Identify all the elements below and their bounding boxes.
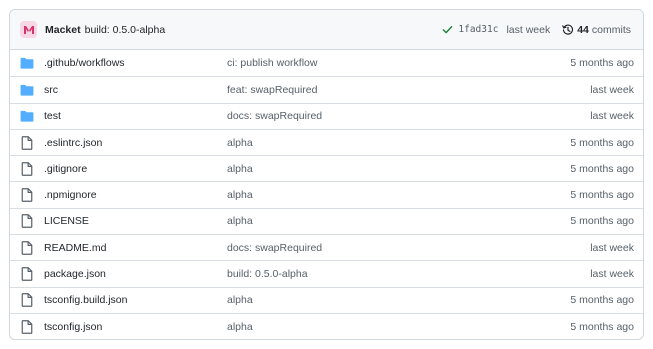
file-commit-link[interactable]: alpha: [227, 321, 253, 333]
file-row[interactable]: .github/workflows ci: publish workflow 5 m…: [10, 50, 643, 76]
history-icon: [562, 24, 574, 35]
file-row[interactable]: .npmignore alpha 5 months ago: [10, 181, 643, 207]
file-icon: [19, 266, 35, 282]
file-commit-link[interactable]: alpha: [227, 294, 253, 306]
file-commit-message: ci: publish workflow: [227, 57, 570, 69]
file-commit-message: alpha: [227, 137, 570, 149]
file-commit-message: build: 0.5.0-alpha: [227, 268, 590, 280]
file-age: 5 months ago: [570, 189, 634, 202]
file-name-link[interactable]: .npmignore: [44, 189, 227, 201]
file-name-link[interactable]: tsconfig.json: [44, 321, 227, 333]
commit-message[interactable]: build: 0.5.0-alpha: [85, 24, 166, 36]
file-row[interactable]: .gitignore alpha 5 months ago: [10, 155, 643, 181]
file-age: 5 months ago: [570, 57, 634, 70]
file-name-link[interactable]: tsconfig.build.json: [44, 294, 227, 306]
commit-author[interactable]: Macket: [45, 24, 81, 36]
avatar[interactable]: [20, 21, 37, 38]
file-name-link[interactable]: .eslintrc.json: [44, 137, 227, 149]
file-icon: [19, 319, 35, 335]
file-icon: [19, 292, 35, 308]
file-commit-message: alpha: [227, 215, 570, 227]
file-icon: [19, 213, 35, 229]
commits-link[interactable]: 44 commits: [562, 24, 631, 36]
file-commit-message: alpha: [227, 294, 570, 306]
file-age: last week: [590, 268, 634, 281]
file-row[interactable]: .eslintrc.json alpha 5 months ago: [10, 128, 643, 155]
file-commit-message: alpha: [227, 321, 570, 333]
file-icon: [19, 161, 35, 177]
file-row[interactable]: test docs: swapRequired last week: [10, 102, 643, 129]
file-age: 5 months ago: [570, 215, 634, 228]
file-row[interactable]: package.json build: 0.5.0-alpha last week: [10, 260, 643, 286]
file-row[interactable]: LICENSE alpha 5 months ago: [10, 207, 643, 234]
file-name-link[interactable]: README.md: [44, 242, 227, 254]
file-commit-message: docs: swapRequired: [227, 242, 590, 254]
file-icon: [19, 187, 35, 203]
file-age: 5 months ago: [570, 294, 634, 307]
file-name-link[interactable]: .gitignore: [44, 163, 227, 175]
file-name-link[interactable]: .github/workflows: [44, 57, 227, 69]
file-commit-link[interactable]: docs: swapRequired: [227, 110, 322, 122]
commits-label: commits: [591, 23, 631, 36]
file-commit-link[interactable]: alpha: [227, 189, 253, 201]
file-commit-link[interactable]: feat: swapRequired: [227, 84, 317, 96]
check-icon[interactable]: [442, 24, 453, 35]
commit-sha[interactable]: 1fad31c: [458, 24, 498, 35]
file-name-link[interactable]: LICENSE: [44, 215, 227, 227]
file-age: 5 months ago: [570, 136, 634, 149]
file-browser: Macket build: 0.5.0-alpha 1fad31c last w…: [9, 9, 644, 340]
file-icon: [19, 135, 35, 151]
file-commit-message: alpha: [227, 163, 570, 175]
file-commit-message: feat: swapRequired: [227, 84, 590, 96]
folder-icon: [19, 55, 35, 71]
file-commit-message: alpha: [227, 189, 570, 201]
file-row[interactable]: tsconfig.json alpha 5 months ago: [10, 312, 643, 339]
file-name-link[interactable]: test: [44, 110, 227, 122]
folder-icon: [19, 108, 35, 124]
file-row[interactable]: README.md docs: swapRequired last week: [10, 234, 643, 260]
latest-commit-bar: Macket build: 0.5.0-alpha 1fad31c last w…: [10, 10, 643, 50]
file-name-link[interactable]: src: [44, 84, 227, 96]
file-age: 5 months ago: [570, 162, 634, 175]
file-name-link[interactable]: package.json: [44, 268, 227, 280]
avatar-logo-icon: [23, 25, 34, 34]
folder-icon: [19, 82, 35, 98]
file-commit-link[interactable]: build: 0.5.0-alpha: [227, 268, 308, 280]
file-age: last week: [590, 110, 634, 123]
file-age: 5 months ago: [570, 320, 634, 333]
file-age: last week: [590, 241, 634, 254]
file-commit-link[interactable]: ci: publish workflow: [227, 57, 317, 69]
file-row[interactable]: tsconfig.build.json alpha 5 months ago: [10, 286, 643, 313]
file-icon: [19, 240, 35, 256]
file-commit-link[interactable]: docs: swapRequired: [227, 242, 322, 254]
file-list: .github/workflows ci: publish workflow 5 m…: [10, 50, 643, 339]
file-row[interactable]: src feat: swapRequired last week: [10, 76, 643, 102]
commits-count: 44: [577, 23, 589, 36]
file-commit-message: docs: swapRequired: [227, 110, 590, 122]
commit-time: last week: [506, 23, 551, 36]
file-commit-link[interactable]: alpha: [227, 137, 253, 149]
file-commit-link[interactable]: alpha: [227, 215, 253, 227]
file-commit-link[interactable]: alpha: [227, 163, 253, 175]
file-age: last week: [590, 83, 634, 96]
